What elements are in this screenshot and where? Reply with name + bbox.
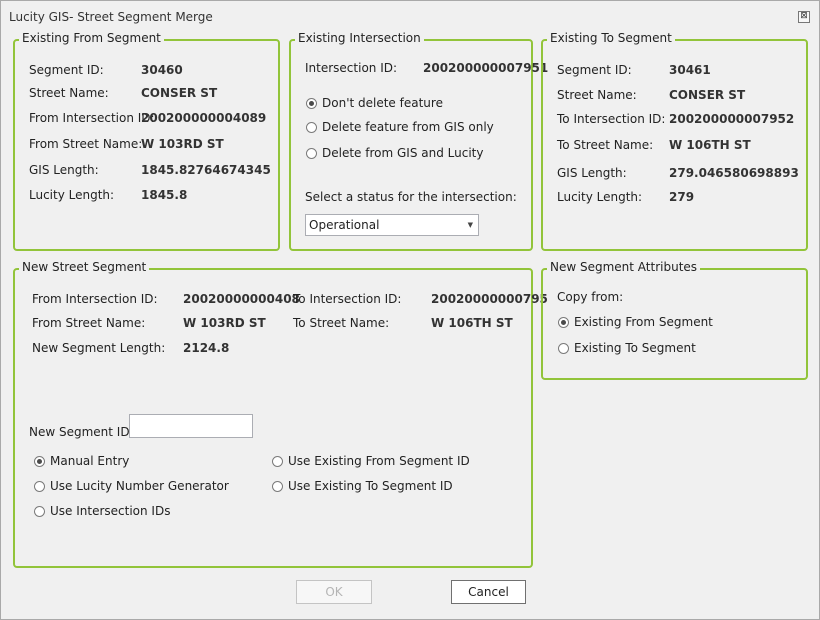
new-segment-attributes-group: New Segment Attributes Copy from: Existi… (541, 260, 808, 380)
to-segment-id-label: Segment ID: (557, 63, 632, 77)
radio-dont-delete[interactable]: Don't delete feature (306, 96, 443, 110)
new-from-street-label: From Street Name: (32, 316, 146, 330)
intersection-id-value: 200200000007951 (423, 61, 549, 75)
radio-indicator[interactable] (306, 121, 317, 133)
from-segment-id-label: Segment ID: (29, 63, 104, 77)
radio-label: Use Existing To Segment ID (288, 479, 453, 493)
from-street-name-value: CONSER ST (141, 86, 218, 100)
new-from-street-value: W 103RD ST (183, 316, 266, 330)
from-gis-length-value: 1845.82764674345 (141, 163, 271, 177)
radio-copy-existing-from[interactable]: Existing From Segment (558, 315, 713, 329)
select-value: Operational (309, 218, 380, 232)
from-segment-id-value: 30460 (141, 63, 183, 77)
radio-indicator[interactable] (34, 455, 45, 467)
radio-label: Existing From Segment (574, 315, 713, 329)
to-gis-length-value: 279.046580698893 (669, 166, 799, 180)
radio-label: Existing To Segment (574, 341, 696, 355)
to-lucity-length-label: Lucity Length: (557, 190, 643, 204)
radio-delete-gis-only[interactable]: Delete feature from GIS only (306, 120, 494, 134)
radio-indicator[interactable] (272, 480, 283, 492)
new-to-street-label: To Street Name: (293, 316, 390, 330)
merge-dialog: Lucity GIS- Street Segment Merge ⊠ Exist… (0, 0, 820, 620)
radio-label: Don't delete feature (322, 96, 443, 110)
new-to-street-value: W 106TH ST (431, 316, 513, 330)
radio-delete-gis-lucity[interactable]: Delete from GIS and Lucity (306, 146, 483, 160)
to-intersection-id-value: 200200000007952 (669, 112, 795, 126)
radio-label: Use Lucity Number Generator (50, 479, 229, 493)
title-bar: Lucity GIS- Street Segment Merge ⊠ (1, 1, 819, 31)
new-street-segment-group: New Street Segment From Intersection ID:… (13, 260, 548, 568)
group-legend: Existing Intersection (295, 31, 424, 45)
to-to-street-value: W 106TH ST (669, 138, 751, 152)
radio-label: Delete feature from GIS only (322, 120, 494, 134)
to-street-name-value: CONSER ST (669, 88, 746, 102)
chevron-down-icon[interactable]: ▼ (468, 215, 473, 235)
from-street-name-label: Street Name: (29, 86, 109, 100)
ok-button[interactable]: OK (296, 580, 372, 604)
radio-label: Use Intersection IDs (50, 504, 171, 518)
new-from-intersection-label: From Intersection ID: (32, 292, 158, 306)
radio-lucity-number-generator[interactable]: Use Lucity Number Generator (34, 479, 229, 493)
existing-from-segment-group: Existing From Segment Segment ID: 30460 … (13, 31, 280, 251)
to-segment-id-value: 30461 (669, 63, 711, 77)
to-to-street-label: To Street Name: (557, 138, 654, 152)
radio-indicator[interactable] (558, 316, 569, 328)
from-lucity-length-label: Lucity Length: (29, 188, 115, 202)
new-segment-id-input[interactable] (129, 414, 253, 438)
to-intersection-id-label: To Intersection ID: (557, 112, 666, 126)
group-legend: Existing From Segment (19, 31, 164, 45)
status-label: Select a status for the intersection: (305, 190, 517, 204)
new-segment-id-label: New Segment ID (29, 425, 130, 439)
intersection-id-label: Intersection ID: (305, 61, 398, 75)
group-legend: New Segment Attributes (547, 260, 701, 274)
new-segment-length-value: 2124.8 (183, 341, 230, 355)
radio-label: Manual Entry (50, 454, 130, 468)
group-legend: New Street Segment (19, 260, 150, 274)
to-lucity-length-value: 279 (669, 190, 695, 204)
radio-indicator[interactable] (34, 505, 45, 517)
radio-intersection-ids[interactable]: Use Intersection IDs (34, 504, 170, 518)
new-from-intersection-value: 20020000000408 (183, 292, 300, 306)
from-from-street-value: W 103RD ST (141, 137, 224, 151)
radio-label: Delete from GIS and Lucity (322, 146, 484, 160)
radio-indicator[interactable] (272, 455, 283, 467)
existing-intersection-group: Existing Intersection Intersection ID: 2… (289, 31, 548, 251)
to-street-name-label: Street Name: (557, 88, 637, 102)
from-intersection-id-label: From Intersection ID: (29, 111, 155, 125)
radio-existing-from-segment-id[interactable]: Use Existing From Segment ID (272, 454, 470, 468)
window-title: Lucity GIS- Street Segment Merge (9, 10, 213, 24)
radio-indicator[interactable] (306, 147, 317, 159)
new-segment-length-label: New Segment Length: (32, 341, 166, 355)
from-intersection-id-value: 200200000004089 (141, 111, 267, 125)
copy-from-label: Copy from: (557, 290, 624, 304)
radio-indicator[interactable] (558, 342, 569, 354)
radio-label: Use Existing From Segment ID (288, 454, 470, 468)
from-lucity-length-value: 1845.8 (141, 188, 188, 202)
intersection-status-select[interactable]: Operational ▼ (305, 214, 479, 236)
group-legend: Existing To Segment (547, 31, 675, 45)
close-icon[interactable]: ⊠ (798, 11, 810, 23)
radio-manual-entry[interactable]: Manual Entry (34, 454, 129, 468)
from-from-street-label: From Street Name: (29, 137, 143, 151)
radio-indicator[interactable] (34, 480, 45, 492)
radio-indicator[interactable] (306, 97, 317, 109)
existing-to-segment-group: Existing To Segment Segment ID: 30461 St… (541, 31, 808, 251)
to-gis-length-label: GIS Length: (557, 166, 627, 180)
new-to-intersection-value: 20020000000795 (431, 292, 548, 306)
from-gis-length-label: GIS Length: (29, 163, 99, 177)
radio-copy-existing-to[interactable]: Existing To Segment (558, 341, 696, 355)
cancel-button[interactable]: Cancel (451, 580, 526, 604)
new-to-intersection-label: To Intersection ID: (293, 292, 402, 306)
radio-existing-to-segment-id[interactable]: Use Existing To Segment ID (272, 479, 453, 493)
